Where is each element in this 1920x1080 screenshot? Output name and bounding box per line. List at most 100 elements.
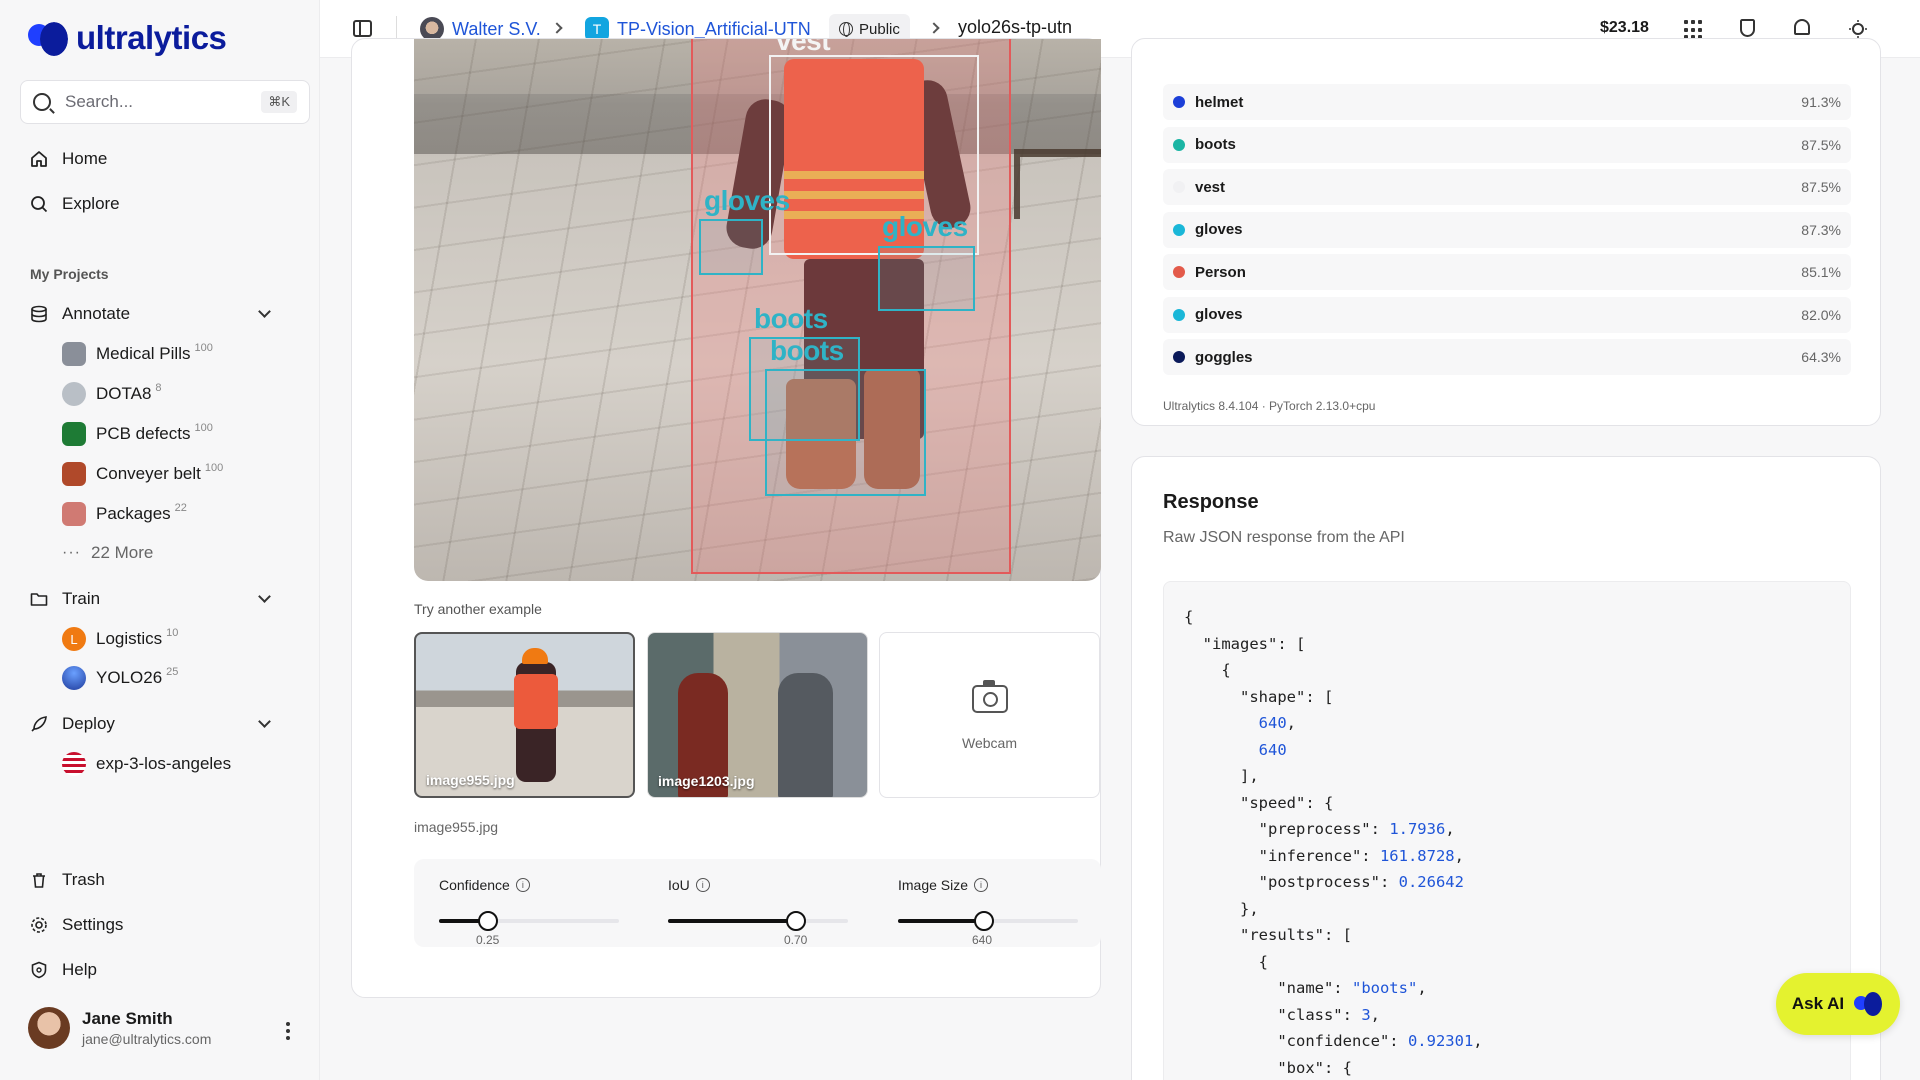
project-name: YOLO26: [96, 668, 163, 687]
image-size-label: Image Size: [898, 877, 969, 893]
bbox-label-boots-top: boots: [754, 303, 828, 334]
json-line: 640,: [1258, 714, 1296, 732]
class-color-dot: [1173, 138, 1185, 151]
nav-deploy-label: Deploy: [62, 714, 115, 733]
nav-deploy[interactable]: Deploy: [30, 714, 115, 734]
project-name: Conveyer belt: [96, 464, 201, 483]
class-color-dot: [1173, 308, 1185, 321]
detection-class-name: gloves: [1195, 306, 1243, 323]
info-icon[interactable]: i: [515, 878, 530, 892]
predict-card: vest gloves gloves boots boots Try anoth…: [351, 38, 1101, 998]
detection-row: gloves 87.3%: [1163, 211, 1851, 248]
json-response-code[interactable]: { "images": [ { "shape": [ 640, 640 ], "…: [1163, 581, 1851, 1080]
theme-sun-icon[interactable]: [1848, 19, 1868, 39]
breadcrumb-chevron-icon: [551, 22, 563, 34]
project-medical-pills[interactable]: Medical Pills 100: [62, 342, 213, 366]
help-shield-icon: [30, 961, 48, 979]
annotate-chevron-down-icon[interactable]: [258, 305, 271, 318]
detection-class-name: gloves: [1195, 221, 1243, 238]
example-image-1203[interactable]: image1203.jpg: [647, 632, 868, 798]
iou-slider[interactable]: IoU i 0.70: [668, 877, 848, 947]
shield-icon[interactable]: [1740, 19, 1760, 39]
detections-card: helmet 91.3% boots 87.5% vest 87.5% gloves 87.3…: [1131, 38, 1881, 426]
search-input[interactable]: Search... ⌘K: [20, 80, 310, 124]
detection-row: goggles 64.3%: [1163, 339, 1851, 375]
slider-track[interactable]: [898, 911, 1078, 931]
project-yolo26[interactable]: YOLO26 25: [62, 666, 178, 690]
nav-help-label: Help: [62, 960, 97, 979]
image-size-slider[interactable]: Image Size i 640: [898, 877, 1078, 947]
logo[interactable]: ultralytics: [28, 18, 227, 58]
confidence-label: Confidence: [439, 877, 510, 893]
globe-icon: [839, 22, 853, 37]
user-menu-kebab-icon[interactable]: [286, 1022, 290, 1040]
us-flag-icon: [62, 752, 86, 776]
user-name: Jane Smith: [82, 1009, 173, 1028]
nav-annotate[interactable]: Annotate: [30, 304, 130, 324]
json-line: ],: [1184, 767, 1259, 785]
json-line: "images": [: [1184, 634, 1306, 653]
json-line: "preprocess": 1.7936,: [1184, 820, 1455, 838]
project-conveyer-belt[interactable]: Conveyer belt 100: [62, 462, 223, 486]
my-projects-heading: My Projects: [30, 266, 109, 282]
nav-trash[interactable]: Trash: [30, 870, 105, 890]
account-balance[interactable]: $23.18: [1600, 19, 1649, 37]
project-logistics[interactable]: L Logistics 10: [62, 627, 178, 651]
project-pcb-defects[interactable]: PCB defects 100: [62, 422, 213, 446]
bbox-label-gloves-left: gloves: [704, 185, 790, 216]
nav-train[interactable]: Train: [30, 589, 100, 609]
nav-explore[interactable]: Explore: [30, 194, 120, 214]
detection-confidence: 64.3%: [1801, 349, 1841, 365]
deploy-chevron-down-icon[interactable]: [258, 715, 271, 728]
deployment-exp-3-los-angeles[interactable]: exp-3-los-angeles: [62, 752, 231, 776]
apps-grid-icon[interactable]: [1684, 20, 1704, 40]
toggle-sidebar-icon[interactable]: [353, 20, 372, 37]
detection-class-name: helmet: [1195, 93, 1244, 111]
detection-class-name: vest: [1195, 178, 1226, 196]
example-image-955[interactable]: image955.jpg: [414, 632, 635, 798]
slider-handle[interactable]: [786, 911, 806, 931]
detection-class-name: Person: [1195, 263, 1246, 281]
slider-handle[interactable]: [974, 911, 994, 931]
ask-ai-button[interactable]: Ask AI: [1776, 973, 1900, 1035]
detection-class-name: boots: [1195, 136, 1236, 153]
project-dota8[interactable]: DOTA8 8: [62, 382, 162, 406]
search-placeholder: Search...: [65, 92, 134, 111]
info-icon[interactable]: i: [974, 878, 989, 892]
project-thumbnail: [62, 422, 86, 446]
nav-home[interactable]: Home: [30, 149, 107, 169]
slider-handle[interactable]: [478, 911, 498, 931]
slider-track[interactable]: [439, 911, 619, 931]
nav-settings[interactable]: Settings: [30, 915, 123, 935]
main-content: vest gloves gloves boots boots Try anoth…: [320, 38, 1920, 1080]
info-icon[interactable]: i: [695, 878, 710, 892]
bbox-boots-bottom: [765, 369, 926, 496]
bell-icon[interactable]: [1794, 19, 1814, 39]
slider-track[interactable]: [668, 911, 848, 931]
version-info: Ultralytics 8.4.104 · PyTorch 2.13.0+cpu: [1163, 399, 1376, 413]
ultralytics-logo-icon: [28, 18, 70, 58]
image-size-value: 640: [972, 933, 993, 947]
annotate-more-link[interactable]: ··· 22 More: [62, 543, 153, 563]
example-caption: image1203.jpg: [658, 773, 755, 789]
project-count: 25: [166, 666, 179, 678]
project-name: PCB defects: [96, 424, 191, 443]
search-icon: [33, 93, 51, 111]
deployment-name: exp-3-los-angeles: [96, 754, 232, 773]
detection-row: helmet 91.3%: [1163, 84, 1851, 120]
breadcrumb-model[interactable]: yolo26s-tp-utn: [958, 17, 1072, 38]
project-count: 100: [204, 462, 224, 474]
webcam-button[interactable]: Webcam: [879, 632, 1100, 798]
train-chevron-down-icon[interactable]: [258, 590, 271, 603]
bbox-gloves-right: [878, 246, 975, 311]
search-shortcut: ⌘K: [261, 91, 297, 113]
project-packages[interactable]: Packages 22: [62, 502, 187, 526]
nav-trash-label: Trash: [62, 870, 105, 889]
project-thumbnail: [62, 342, 86, 366]
confidence-slider[interactable]: Confidence i 0.25: [439, 877, 619, 947]
detection-class-name: goggles: [1195, 348, 1253, 366]
detection-confidence: 85.1%: [1801, 264, 1841, 280]
project-name: Packages: [96, 504, 171, 523]
nav-help[interactable]: Help: [30, 960, 97, 980]
user-profile[interactable]: Jane Smith jane@ultralytics.com: [28, 1007, 211, 1049]
